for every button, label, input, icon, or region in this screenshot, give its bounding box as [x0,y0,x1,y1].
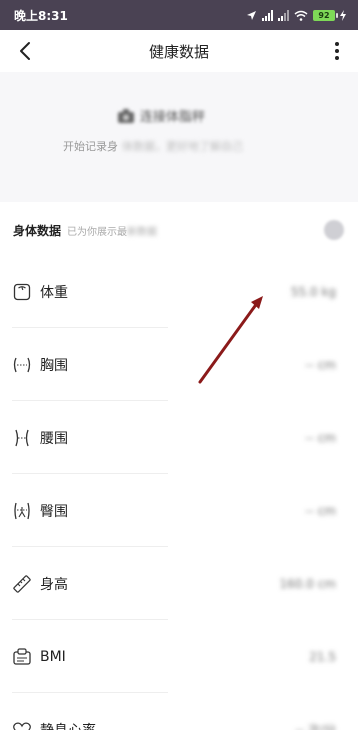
row-value: -- cm [305,357,336,372]
wifi-icon [294,10,308,21]
bmi-icon [13,647,31,665]
page-title: 健康数据 [148,42,209,61]
section-gap [0,190,358,202]
connect-device-banner[interactable]: 连接体脂秤 开始记录身 体数据，更好地了解自己 [0,72,358,190]
row-label: 臀围 [40,503,68,520]
row-label: 体重 [40,284,68,301]
cell-signal-2-icon [278,9,289,21]
list-item-weight[interactable]: 体重 55.0 kg [0,255,358,328]
nav-bar: 健康数据 [0,30,358,72]
list-item-chest[interactable]: 胸围 -- cm [0,328,358,401]
back-arrow-icon[interactable] [14,39,38,63]
list-item-bmi[interactable]: BMI 21.5 [0,620,358,693]
status-icons: 92 [246,9,346,21]
section-hint-rest: 新数据 [127,226,158,238]
location-icon [247,10,256,20]
row-value: 55.0 kg [290,284,336,299]
camera-row: 连接体脂秤 [118,106,205,125]
row-value: 21.5 [309,649,336,664]
waist-icon [15,429,29,446]
banner-subtitle: 开始记录身 体数据，更好地了解自己 [63,138,243,154]
list-item-waist[interactable]: 腰围 -- cm [0,401,358,474]
row-value: -- 次/分 [295,723,336,730]
status-bar: 晚上8:31 92 [0,0,358,30]
status-time: 晚上8:31 [14,8,68,23]
heart-rate-icon [13,721,31,730]
banner-subtitle-start: 开始记录身 [63,140,118,153]
row-label: 胸围 [40,357,68,374]
battery-icon: 92 [313,9,338,21]
row-value: 160.0 cm [279,576,336,591]
row-label: 身高 [40,576,68,593]
camera-text: 连接体脂秤 [140,110,206,125]
scale-icon [13,283,31,300]
banner-subtitle-rest: 体数据，更好地了解自己 [122,140,243,153]
chest-icon [13,357,31,372]
cell-signal-icon [262,9,273,21]
camera-icon [118,108,134,123]
charging-icon [340,9,346,21]
section-title: 身体数据 [13,223,62,238]
list-item-resting-heart-rate[interactable]: 静息心率 -- 次/分 [0,693,358,730]
ruler-icon [13,574,31,593]
battery-level: 92 [318,10,330,20]
body-data-header: 身体数据 已为你展示最新数据 [0,210,358,250]
row-label: 腰围 [40,430,68,447]
section-hint-start: 已为你展示最 [67,226,128,238]
section-settings-button[interactable] [324,220,344,240]
more-options-icon[interactable] [330,39,344,63]
hip-icon [14,502,30,519]
row-value: -- cm [305,503,336,518]
list-item-height[interactable]: 身高 160.0 cm [0,547,358,620]
list-item-hip[interactable]: 臀围 -- cm [0,474,358,547]
section-hint: 已为你展示最新数据 [67,223,157,238]
row-label: BMI [40,648,66,665]
row-label: 静息心率 [40,720,96,730]
row-value: -- cm [305,430,336,445]
